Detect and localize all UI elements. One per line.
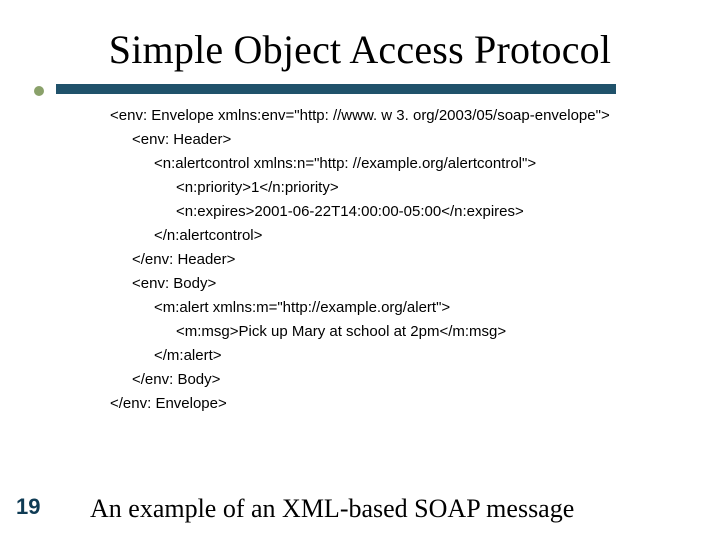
code-line: <env: Envelope xmlns:env="http: //www. w… [110, 104, 650, 128]
code-line: <n:alertcontrol xmlns:n="http: //example… [110, 152, 650, 176]
code-line: <env: Header> [110, 128, 650, 152]
code-line: <env: Body> [110, 272, 650, 296]
code-line: <m:msg>Pick up Mary at school at 2pm</m:… [110, 320, 650, 344]
page-number: 19 [16, 494, 40, 520]
slide: Simple Object Access Protocol <env: Enve… [0, 0, 720, 540]
title-underline [56, 82, 616, 96]
code-line: </m:alert> [110, 344, 650, 368]
soap-xml-code: <env: Envelope xmlns:env="http: //www. w… [110, 104, 650, 416]
slide-title: Simple Object Access Protocol [0, 26, 720, 73]
code-line: </env: Envelope> [110, 392, 650, 416]
code-line: </env: Header> [110, 248, 650, 272]
code-line: <n:priority>1</n:priority> [110, 176, 650, 200]
code-line: </env: Body> [110, 368, 650, 392]
underline-bar [56, 84, 616, 94]
code-line: <n:expires>2001-06-22T14:00:00-05:00</n:… [110, 200, 650, 224]
code-line: </n:alertcontrol> [110, 224, 650, 248]
slide-caption: An example of an XML-based SOAP message [90, 494, 574, 524]
code-line: <m:alert xmlns:m="http://example.org/ale… [110, 296, 650, 320]
bullet-icon [34, 86, 44, 96]
